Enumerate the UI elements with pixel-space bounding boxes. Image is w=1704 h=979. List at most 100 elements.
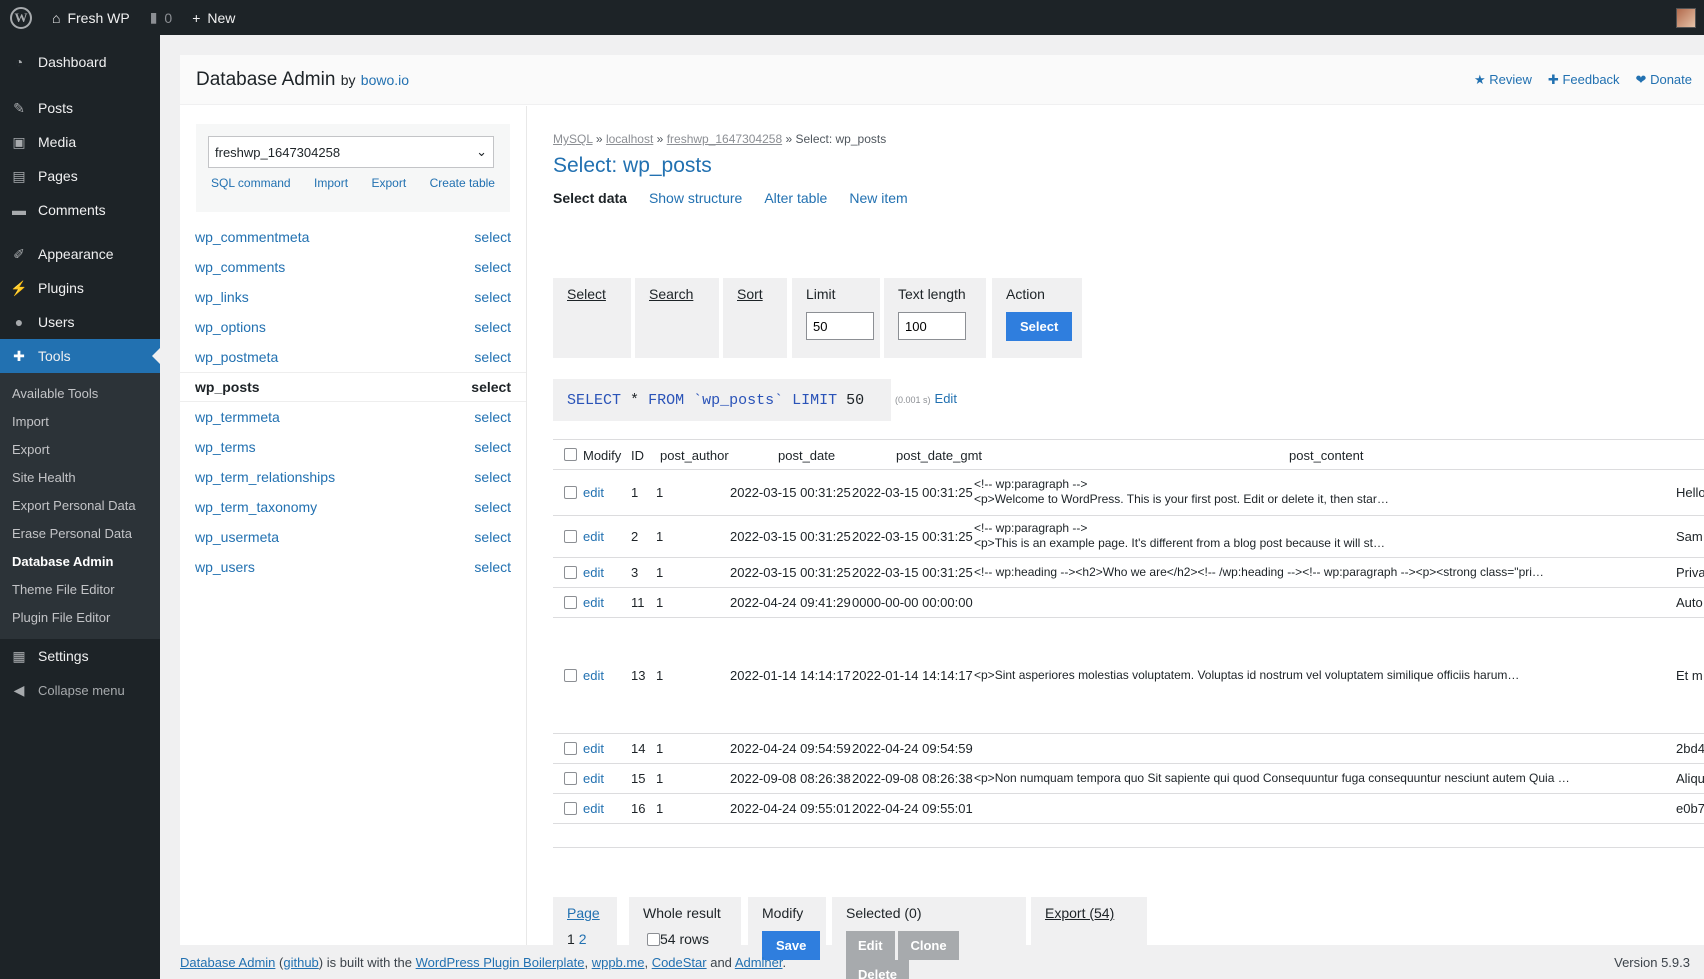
table-name-link[interactable]: wp_term_relationships [195,469,335,485]
sidebar-item-appearance[interactable]: ✐ Appearance [0,237,160,271]
footer-wppb-link[interactable]: wppb.me [592,955,645,970]
submenu-import[interactable]: Import [0,408,160,436]
table-name-link[interactable]: wp_users [195,559,255,575]
submenu-site-health[interactable]: Site Health [0,464,160,492]
site-name-link[interactable]: ⌂ Fresh WP [42,0,140,35]
submenu-export-personal-data[interactable]: Export Personal Data [0,492,160,520]
tab-new-item[interactable]: New item [849,190,907,206]
submenu-available-tools[interactable]: Available Tools [0,380,160,408]
sidebar-item-tools[interactable]: ✚ Tools [0,339,160,373]
row-checkbox[interactable] [564,669,577,685]
sidebar-item-plugins[interactable]: ⚡ Plugins [0,271,160,305]
text-length-input[interactable] [898,312,966,340]
breadcrumb-database[interactable]: freshwp_1647304258 [667,132,782,146]
table-name-link[interactable]: wp_terms [195,439,256,455]
row-checkbox[interactable] [564,742,577,758]
sidebar-item-settings[interactable]: ▦ Settings [0,639,160,673]
table-name-link[interactable]: wp_postmeta [195,349,278,365]
limit-input[interactable] [806,312,874,340]
submenu-export[interactable]: Export [0,436,160,464]
row-checkbox[interactable] [564,530,577,546]
author-link[interactable]: bowo.io [361,72,409,88]
column-header-post-date[interactable]: post_date [778,448,835,463]
row-checkbox[interactable] [564,772,577,788]
sidebar-item-pages[interactable]: ▤ Pages [0,159,160,193]
tab-select-data[interactable]: Select data [553,190,627,206]
table-select-link[interactable]: select [474,319,511,335]
sql-edit-link[interactable]: Edit [935,391,957,406]
select-all-checkbox[interactable] [564,448,577,464]
row-checkbox[interactable] [564,802,577,818]
user-avatar[interactable] [1676,8,1696,28]
sidebar-item-users[interactable]: ● Users [0,305,160,339]
comments-link[interactable]: ▮ 0 [140,0,183,35]
tab-alter-table[interactable]: Alter table [764,190,827,206]
footer-database-admin-link[interactable]: Database Admin [180,955,275,970]
row-edit-link[interactable]: edit [583,565,604,580]
export-link[interactable]: Export [371,176,406,190]
table-name-link[interactable]: wp_links [195,289,249,305]
feedback-link[interactable]: ✚ Feedback [1548,72,1620,88]
column-header-id[interactable]: ID [631,448,644,463]
page-legend[interactable]: Page [567,905,600,921]
footer-codestar-link[interactable]: CodeStar [652,955,707,970]
row-edit-link[interactable]: edit [583,741,604,756]
sidebar-item-comments[interactable]: ▬ Comments [0,193,160,227]
column-header-post-date-gmt[interactable]: post_date_gmt [896,448,982,463]
table-name-link[interactable]: wp_term_taxonomy [195,499,317,515]
wp-logo-menu[interactable]: W [0,0,42,35]
row-checkbox[interactable] [564,566,577,582]
table-select-link[interactable]: select [474,289,511,305]
table-name-link[interactable]: wp_comments [195,259,285,275]
review-link[interactable]: ★ Review [1474,72,1532,88]
table-select-link[interactable]: select [474,229,511,245]
row-edit-link[interactable]: edit [583,485,604,500]
row-edit-link[interactable]: edit [583,529,604,544]
table-select-link[interactable]: select [474,439,511,455]
sort-legend[interactable]: Sort [737,286,763,302]
footer-adminer-link[interactable]: Adminer [735,955,783,970]
select-legend[interactable]: Select [567,286,606,302]
table-select-link[interactable]: select [474,499,511,515]
row-checkbox[interactable] [564,486,577,502]
sidebar-item-media[interactable]: ▣ Media [0,125,160,159]
table-select-link[interactable]: select [474,409,511,425]
column-header-post-author[interactable]: post_author [660,448,729,463]
table-name-link[interactable]: wp_posts [195,379,260,395]
row-edit-link[interactable]: edit [583,595,604,610]
table-select-link[interactable]: select [474,349,511,365]
row-edit-link[interactable]: edit [583,801,604,816]
breadcrumb-host[interactable]: localhost [606,132,653,146]
create-table-link[interactable]: Create table [430,176,495,190]
select-submit-button[interactable]: Select [1006,312,1073,341]
table-name-link[interactable]: wp_options [195,319,266,335]
submenu-theme-file-editor[interactable]: Theme File Editor [0,576,160,604]
export-results-link[interactable]: Export (54) [1045,905,1114,921]
table-select-link[interactable]: select [474,529,511,545]
table-select-link[interactable]: select [474,559,511,575]
table-select-link[interactable]: select [474,469,511,485]
footer-boilerplate-link[interactable]: WordPress Plugin Boilerplate [416,955,585,970]
donate-link[interactable]: ❤ Donate [1636,72,1692,88]
footer-github-link[interactable]: github [283,955,318,970]
table-name-link[interactable]: wp_commentmeta [195,229,309,245]
row-edit-link[interactable]: edit [583,668,604,683]
submenu-erase-personal-data[interactable]: Erase Personal Data [0,520,160,548]
table-name-link[interactable]: wp_usermeta [195,529,279,545]
new-content-link[interactable]: + New [182,0,245,35]
row-checkbox[interactable] [564,596,577,612]
submenu-plugin-file-editor[interactable]: Plugin File Editor [0,604,160,632]
database-select[interactable]: freshwp_1647304258 ⌄ [208,136,494,168]
table-select-link[interactable]: select [471,379,511,395]
breadcrumb-mysql[interactable]: MySQL [553,132,593,146]
import-link[interactable]: Import [314,176,348,190]
sidebar-item-posts[interactable]: ✎ Posts [0,91,160,125]
search-legend[interactable]: Search [649,286,693,302]
row-edit-link[interactable]: edit [583,771,604,786]
collapse-menu-button[interactable]: ◀ Collapse menu [0,673,160,707]
table-select-link[interactable]: select [474,259,511,275]
tab-show-structure[interactable]: Show structure [649,190,742,206]
column-header-post-content[interactable]: post_content [1289,448,1363,463]
sql-command-link[interactable]: SQL command [211,176,291,190]
sidebar-item-dashboard[interactable]: ◔ Dashboard [0,45,160,79]
